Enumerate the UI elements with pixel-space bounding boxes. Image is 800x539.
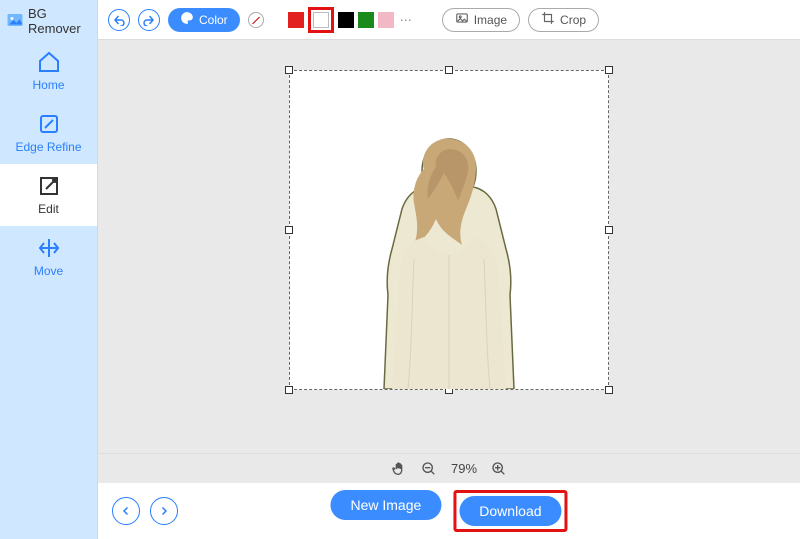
- sidebar-item-edit[interactable]: Edit: [0, 164, 97, 226]
- next-button[interactable]: [150, 497, 178, 525]
- handle-top-right[interactable]: [605, 66, 613, 74]
- sidebar-item-label: Edge Refine: [15, 140, 81, 154]
- swatch-white[interactable]: [313, 12, 329, 28]
- edit-icon: [37, 174, 61, 198]
- sidebar-item-move[interactable]: Move: [0, 226, 97, 288]
- bottom-bar: New Image Download: [98, 483, 800, 539]
- canvas-area[interactable]: [98, 40, 800, 453]
- redo-button[interactable]: [138, 9, 160, 31]
- toolbar: Color ⋯ Image: [98, 0, 800, 40]
- handle-mid-left[interactable]: [285, 226, 293, 234]
- home-icon: [37, 50, 61, 74]
- crop-button-label: Crop: [560, 13, 586, 27]
- zoom-percent-label: 79%: [451, 461, 477, 476]
- image-icon: [455, 11, 469, 28]
- sidebar-item-label: Edit: [38, 202, 59, 216]
- edge-refine-icon: [37, 112, 61, 136]
- image-button[interactable]: Image: [442, 8, 520, 32]
- undo-button[interactable]: [108, 9, 130, 31]
- sidebar-item-label: Home: [32, 78, 64, 92]
- app-logo-icon: [6, 11, 24, 32]
- new-image-label: New Image: [350, 497, 421, 513]
- handle-bottom-left[interactable]: [285, 386, 293, 394]
- download-highlight: Download: [453, 490, 567, 532]
- selection-box[interactable]: [289, 70, 609, 390]
- crop-icon: [541, 11, 555, 28]
- zoom-in-button[interactable]: [491, 461, 507, 477]
- download-button[interactable]: Download: [459, 496, 561, 526]
- app-title-text: BG Remover: [28, 6, 91, 36]
- handle-mid-right[interactable]: [605, 226, 613, 234]
- prev-button[interactable]: [112, 497, 140, 525]
- handle-bottom-right[interactable]: [605, 386, 613, 394]
- download-label: Download: [479, 503, 541, 519]
- crop-button[interactable]: Crop: [528, 8, 599, 32]
- new-image-button[interactable]: New Image: [330, 490, 441, 520]
- app-title: BG Remover: [0, 0, 97, 40]
- image-button-label: Image: [474, 13, 507, 27]
- handle-top-mid[interactable]: [445, 66, 453, 74]
- handle-top-left[interactable]: [285, 66, 293, 74]
- swatch-pink[interactable]: [378, 12, 394, 28]
- swatch-white-highlight: [308, 7, 334, 33]
- subject-image[interactable]: [344, 119, 554, 389]
- move-icon: [37, 236, 61, 260]
- sidebar-item-label: Move: [34, 264, 63, 278]
- sidebar-item-home[interactable]: Home: [0, 40, 97, 102]
- main-area: Color ⋯ Image: [98, 0, 800, 539]
- sidebar-item-edge-refine[interactable]: Edge Refine: [0, 102, 97, 164]
- sidebar: BG Remover Home Edge Refine Edit Move: [0, 0, 98, 539]
- zoom-controls: 79%: [98, 453, 800, 483]
- color-button[interactable]: Color: [168, 8, 240, 32]
- swatch-red[interactable]: [288, 12, 304, 28]
- swatch-black[interactable]: [338, 12, 354, 28]
- color-button-label: Color: [199, 13, 228, 27]
- pan-hand-button[interactable]: [391, 461, 407, 477]
- swatch-none[interactable]: [248, 12, 264, 28]
- palette-icon: [180, 11, 194, 28]
- swatch-green[interactable]: [358, 12, 374, 28]
- more-colors-button[interactable]: ⋯: [398, 13, 416, 27]
- color-swatches: ⋯: [248, 7, 416, 33]
- zoom-out-button[interactable]: [421, 461, 437, 477]
- swatch-blue[interactable]: [268, 12, 284, 28]
